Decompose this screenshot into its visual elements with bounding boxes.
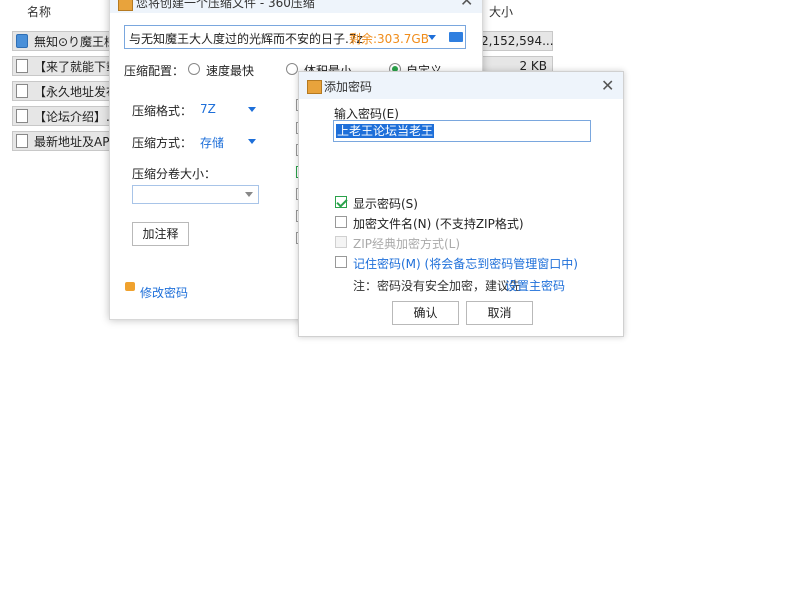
close-icon[interactable]: ✕ <box>460 0 473 10</box>
method-select[interactable]: 存储 <box>200 134 224 151</box>
set-master-password-link[interactable]: 设置主密码 <box>505 277 565 294</box>
dialog-titlebar: 您将创建一个压缩文件 - 360压缩 ✕ <box>110 0 482 13</box>
cancel-button[interactable]: 取消 <box>466 301 533 325</box>
dialog-titlebar: 添加密码 ✕ <box>299 72 623 99</box>
archive-icon <box>118 0 133 11</box>
folder-icon[interactable] <box>449 32 463 42</box>
password-value: 上老王论坛当老王 <box>336 124 435 138</box>
chevron-down-icon[interactable] <box>428 35 436 40</box>
file-row[interactable]: 【论坛介绍】.tx <box>12 106 122 126</box>
file-row[interactable]: 【永久地址发布 <box>12 81 122 101</box>
ok-button[interactable]: 确认 <box>392 301 459 325</box>
password-input[interactable]: 上老王论坛当老王 <box>333 120 591 142</box>
dialog-title: 您将创建一个压缩文件 - 360压缩 <box>136 0 315 10</box>
zip-classic-label: ZIP经典加密方式(L) <box>353 237 461 251</box>
file-name: 【永久地址发布 <box>34 84 119 99</box>
add-comment-button[interactable]: 加注释 <box>132 222 189 246</box>
file-name: 【来了就能下载 <box>34 59 119 74</box>
output-file-field[interactable]: 与无知魔王大人度过的光辉而不安的日子.7z 剩余:303.7GB <box>124 25 466 49</box>
format-dropdown-icon[interactable] <box>248 107 256 112</box>
change-password-link[interactable]: 修改密码 <box>140 284 188 301</box>
text-file-icon <box>16 84 28 98</box>
zip-classic-checkbox[interactable] <box>335 236 347 248</box>
file-row[interactable]: 【来了就能下载 <box>12 56 122 76</box>
method-label: 压缩方式： <box>132 136 193 150</box>
split-label: 压缩分卷大小： <box>132 167 217 181</box>
remember-password-label: 记住密码(M) (将会备忘到密码管理窗口中) <box>353 257 578 271</box>
encrypt-filenames-checkbox[interactable] <box>335 216 347 228</box>
chevron-down-icon[interactable] <box>245 192 253 197</box>
file-name: 無知⊙り魔王様 <box>34 34 117 49</box>
text-file-icon <box>16 109 28 123</box>
dialog-title: 添加密码 <box>324 80 373 94</box>
format-label: 压缩格式： <box>132 104 193 118</box>
radio-speed-label: 速度最快 <box>206 64 255 78</box>
split-size-combobox[interactable] <box>132 185 259 204</box>
column-header-size[interactable]: 大小 <box>489 3 513 20</box>
file-name: 最新地址及APP <box>34 134 117 149</box>
file-size: 2,152,594... <box>480 31 554 51</box>
radio-speed[interactable] <box>188 63 200 75</box>
close-icon[interactable]: ✕ <box>601 76 614 95</box>
show-password-label: 显示密码(S) <box>353 197 418 211</box>
show-password-checkbox[interactable] <box>335 196 347 208</box>
method-dropdown-icon[interactable] <box>248 139 256 144</box>
remember-password-checkbox[interactable] <box>335 256 347 268</box>
security-note: 注：密码没有安全加密，建议先 <box>353 279 522 293</box>
file-row[interactable]: 最新地址及APP <box>12 131 122 151</box>
encrypt-filenames-label: 加密文件名(N) (不支持ZIP格式) <box>353 217 524 231</box>
radio-size[interactable] <box>286 63 298 75</box>
column-header-name[interactable]: 名称 <box>27 3 51 20</box>
add-password-dialog: 添加密码 ✕ 输入密码(E) 上老王论坛当老王 显示密码(S) 加密文件名(N)… <box>298 71 624 337</box>
format-select[interactable]: 7Z <box>200 102 216 116</box>
text-file-icon <box>16 134 28 148</box>
file-row[interactable]: 無知⊙り魔王様 <box>12 31 122 51</box>
text-file-icon <box>16 59 28 73</box>
file-icon <box>16 34 28 48</box>
free-space: 剩余:303.7GB <box>349 32 429 46</box>
output-filename: 与无知魔王大人度过的光辉而不安的日子.7z <box>129 32 363 46</box>
archive-icon <box>307 80 322 94</box>
lock-icon <box>125 282 135 291</box>
config-label: 压缩配置： <box>124 64 185 78</box>
